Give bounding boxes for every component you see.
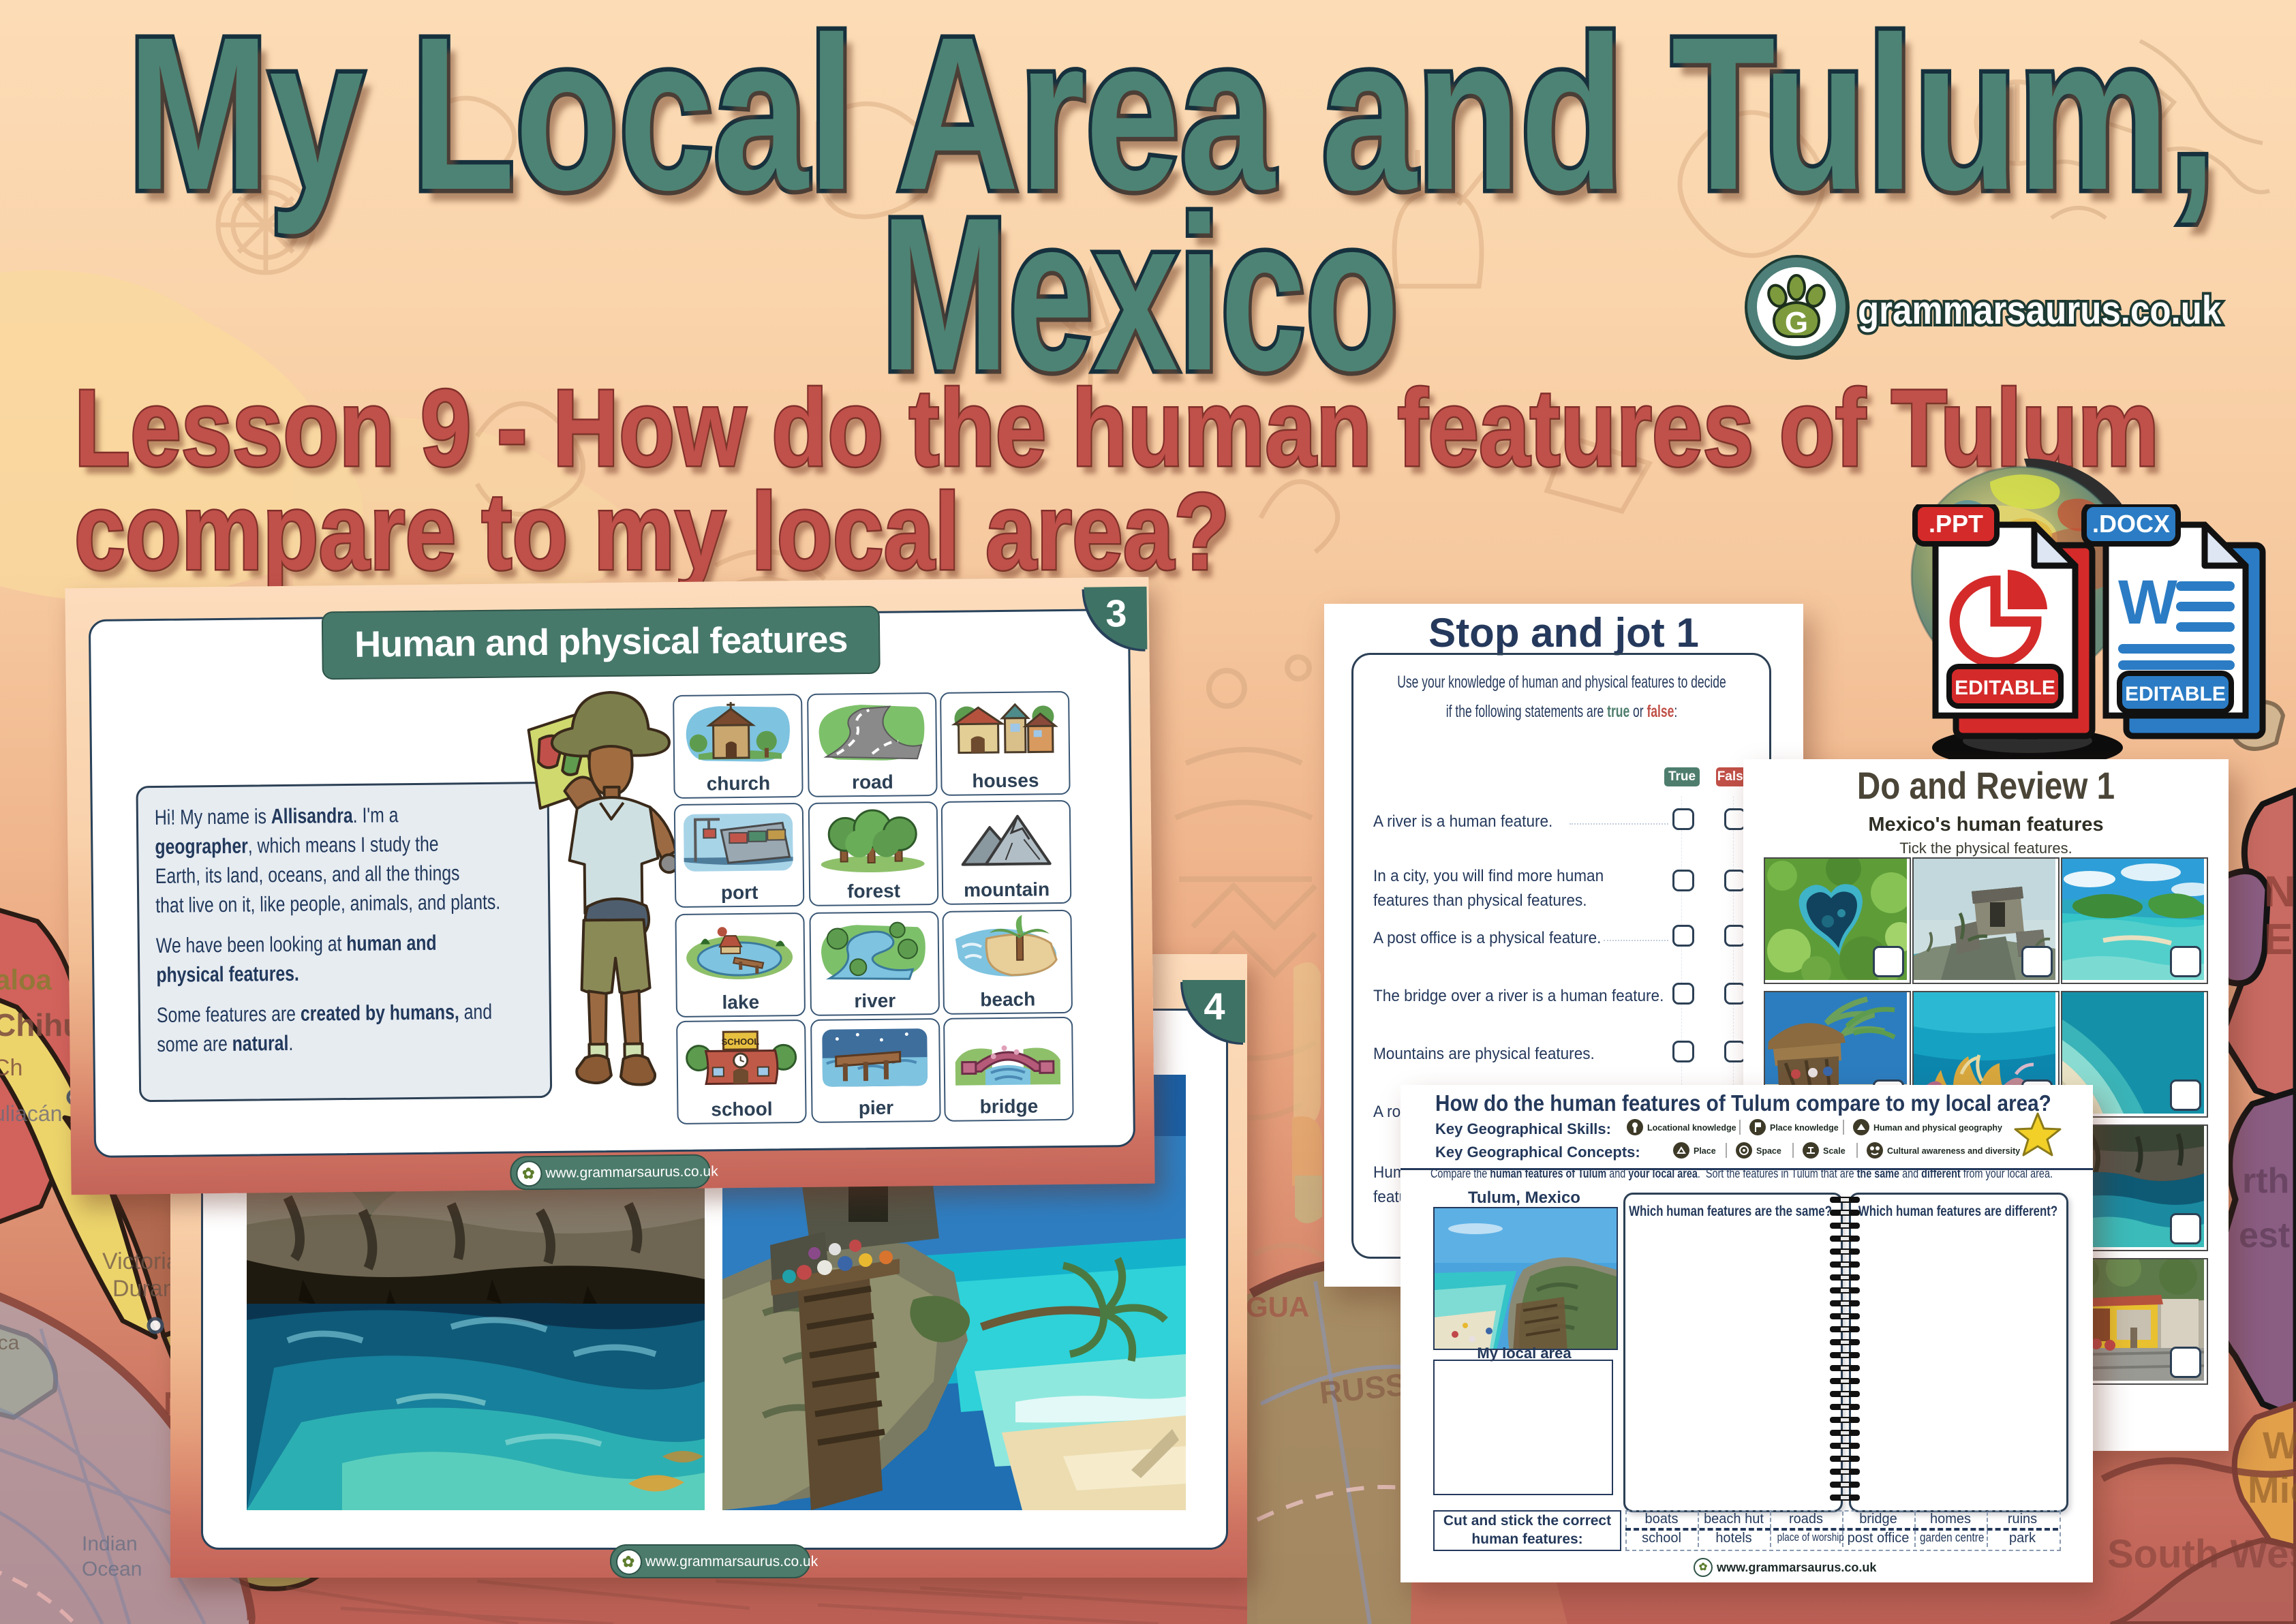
svg-text:N: N (2264, 867, 2295, 916)
svg-text:G: G (1785, 306, 1808, 339)
svg-text:uliacán: uliacán (0, 1101, 62, 1126)
svg-text:Human and physical geography: Human and physical geography (1873, 1123, 2002, 1133)
svg-text:ica: ica (0, 1332, 20, 1354)
svg-text:SCHOOL: SCHOOL (722, 1037, 760, 1047)
svg-text:Ch: Ch (0, 1055, 22, 1081)
svg-text:Cultural awareness and diversi: Cultural awareness and diversity (1887, 1146, 2020, 1156)
svg-text:South West: South West (2107, 1532, 2296, 1576)
svg-text:Place knowledge: Place knowledge (1770, 1123, 1839, 1133)
svg-text:Space: Space (1756, 1146, 1781, 1156)
svg-text:GUA: GUA (1246, 1291, 1309, 1323)
svg-text:EDITABLE: EDITABLE (1955, 677, 2055, 699)
svg-text:aloa: aloa (0, 964, 52, 996)
svg-text:Locational knowledge: Locational knowledge (1647, 1123, 1736, 1133)
svg-text:W: W (2118, 568, 2177, 637)
svg-text:rth: rth (2242, 1161, 2289, 1201)
svg-text:EDITABLE: EDITABLE (2125, 683, 2226, 705)
svg-text:est: est (2239, 1216, 2290, 1255)
svg-text:.DOCX: .DOCX (2092, 510, 2170, 538)
svg-text:Indian: Indian (82, 1533, 138, 1555)
svg-text:W: W (2263, 1424, 2296, 1467)
svg-text:Ocean: Ocean (82, 1558, 142, 1580)
svg-text:Midl: Midl (2248, 1468, 2296, 1511)
svg-text:E: E (2264, 915, 2293, 964)
svg-text:grammarsaurus.co.uk: grammarsaurus.co.uk (1858, 288, 2222, 333)
svg-text:Scale: Scale (1823, 1146, 1846, 1156)
svg-text:.PPT: .PPT (1929, 510, 1983, 538)
svg-text:Place: Place (1694, 1146, 1716, 1156)
